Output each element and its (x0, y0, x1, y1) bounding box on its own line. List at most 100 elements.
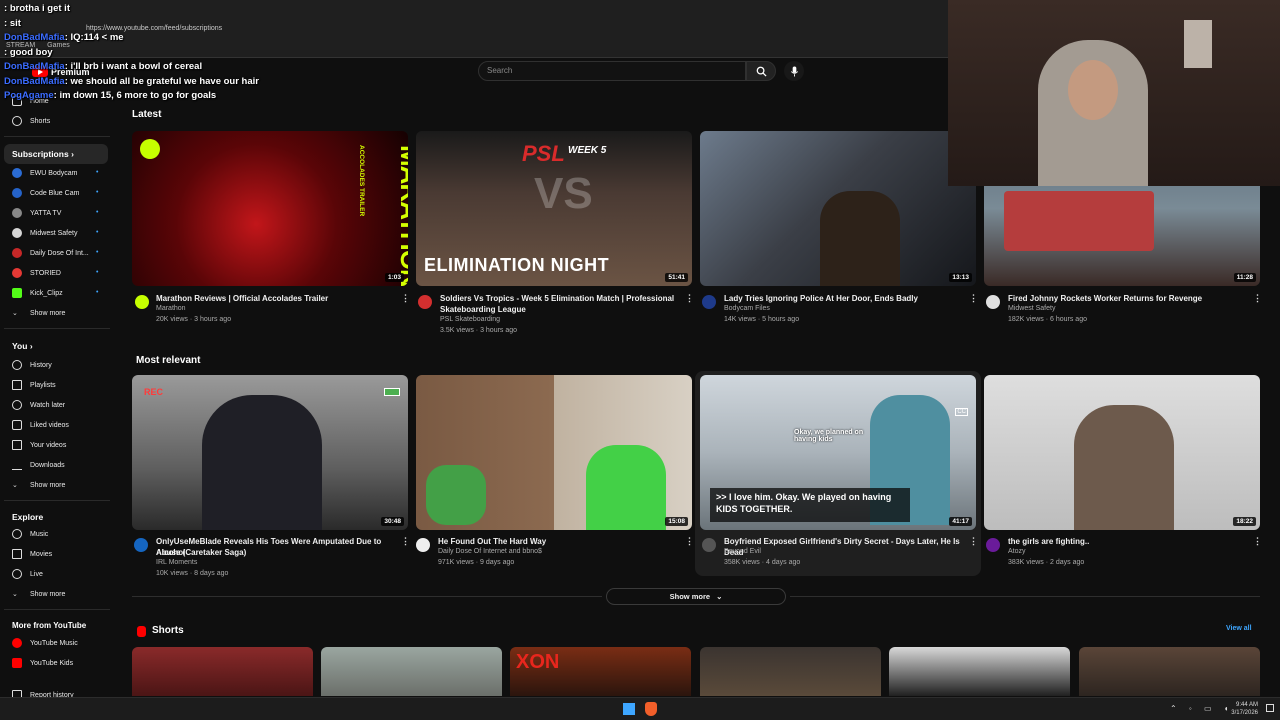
short-thumbnail[interactable] (321, 647, 502, 696)
search-button[interactable] (746, 61, 776, 81)
video-thumbnail[interactable]: REC 30:48 (132, 375, 408, 530)
more-options-icon[interactable]: ⋮ (401, 293, 410, 304)
channel-avatar[interactable] (416, 538, 430, 552)
live-icon (12, 569, 22, 579)
system-clock[interactable]: 9:44 AM 3/17/2026 (1231, 701, 1258, 717)
microphone-icon (790, 65, 798, 77)
sidebar-sub-storied[interactable]: STORIED (12, 266, 61, 280)
video-duration: 30:48 (381, 517, 404, 526)
channel-name[interactable]: Beyond Evil (724, 548, 761, 555)
sidebar-sub-daily-dose[interactable]: Daily Dose Of Int... (12, 246, 89, 260)
sidebar-explore-show-more[interactable]: ⌄ Show more (12, 587, 65, 601)
chat-message: : good boy (4, 46, 53, 58)
chevron-down-icon: ⌄ (12, 482, 18, 489)
sidebar-item-watch-later[interactable]: Watch later (12, 398, 65, 412)
sidebar-divider (4, 500, 110, 501)
sidebar-item-music[interactable]: Music (12, 527, 48, 541)
video-thumbnail[interactable]: 13:13 (700, 131, 976, 286)
video-title[interactable]: Fired Johnny Rockets Worker Returns for … (1008, 293, 1248, 304)
video-thumbnail[interactable]: MARATHON ACCOLADES TRAILER 1:03 (132, 131, 408, 286)
you-heading[interactable]: You › (12, 341, 33, 351)
more-options-icon[interactable]: ⋮ (685, 293, 694, 304)
channel-avatar[interactable] (986, 295, 1000, 309)
sidebar-item-movies[interactable]: Movies (12, 547, 52, 561)
sidebar-item-downloads[interactable]: Downloads (12, 458, 65, 472)
sidebar-item-liked-videos[interactable]: Liked videos (12, 418, 69, 432)
marathon-logo-icon (140, 139, 160, 159)
video-thumbnail[interactable]: 15:08 (416, 375, 692, 530)
video-metadata: 182K views · 6 hours ago (1008, 316, 1087, 323)
more-options-icon[interactable]: ⋮ (685, 536, 694, 547)
channel-avatar[interactable] (986, 538, 1000, 552)
more-options-icon[interactable]: ⋮ (969, 536, 978, 547)
video-title[interactable]: Boyfriend Exposed Girlfriend's Dirty Sec… (724, 536, 974, 558)
short-thumbnail[interactable] (1079, 647, 1260, 696)
sidebar-item-playlists[interactable]: Playlists (12, 378, 56, 392)
sidebar-subs-show-more[interactable]: ⌄ Show more (12, 306, 65, 320)
new-content-dot: • (96, 189, 99, 196)
sidebar: Home Shorts Subscriptions › EWU Bodycam … (0, 90, 118, 700)
notification-icon[interactable] (1266, 704, 1274, 712)
short-thumbnail[interactable] (889, 647, 1070, 696)
video-metadata: 3.5K views · 3 hours ago (440, 327, 518, 334)
short-thumbnail[interactable] (132, 647, 313, 696)
more-options-icon[interactable]: ⋮ (1253, 536, 1262, 547)
history-icon (12, 360, 22, 370)
sidebar-item-youtube-music[interactable]: YouTube Music (12, 636, 78, 650)
video-duration: 41:17 (949, 517, 972, 526)
channel-avatar (12, 168, 22, 178)
video-title[interactable]: the girls are fighting.. (1008, 536, 1248, 547)
video-title-line-2[interactable]: Abuse (Caretaker Saga) (156, 547, 396, 558)
video-title-line-2[interactable]: Skateboarding League (440, 304, 680, 315)
channel-name[interactable]: Atozy (1008, 548, 1026, 555)
video-title[interactable]: Soldiers Vs Tropics - Week 5 Elimination… (440, 293, 680, 304)
video-title[interactable]: He Found Out The Hard Way (438, 536, 678, 547)
channel-name[interactable]: Midwest Safety (1008, 305, 1055, 312)
sidebar-item-youtube-kids[interactable]: YouTube Kids (12, 656, 73, 670)
sidebar-item-your-videos[interactable]: Your videos (12, 438, 66, 452)
video-title[interactable]: Lady Tries Ignoring Police At Her Door, … (724, 293, 964, 304)
channel-name[interactable]: IRL Moments (156, 559, 197, 566)
windows-start-icon[interactable] (623, 703, 635, 715)
channel-name[interactable]: Marathon (156, 305, 186, 312)
video-metadata: 383K views · 2 days ago (1008, 559, 1085, 566)
search-input[interactable]: Search (478, 61, 746, 81)
channel-name[interactable]: Bodycam Files (724, 305, 770, 312)
video-metadata: 20K views · 3 hours ago (156, 316, 232, 323)
view-all-link[interactable]: View all (1226, 625, 1252, 632)
video-thumbnail[interactable]: PSL WEEK 5 VS ELIMINATION NIGHT 51:41 (416, 131, 692, 286)
sidebar-sub-ewu-bodycam[interactable]: EWU Bodycam (12, 166, 77, 180)
channel-name[interactable]: PSL Skateboarding (440, 316, 500, 323)
channel-avatar[interactable] (702, 295, 716, 309)
channel-avatar[interactable] (134, 538, 148, 552)
short-thumbnail[interactable]: XON (510, 647, 691, 696)
video-icon (12, 440, 22, 450)
channel-avatar[interactable] (135, 295, 149, 309)
video-thumbnail[interactable]: 18:22 (984, 375, 1260, 530)
sidebar-sub-yatta-tv[interactable]: YATTA TV (12, 206, 61, 220)
more-options-icon[interactable]: ⋮ (1253, 293, 1262, 304)
system-tray-icons[interactable]: ⌃ ◦ ▭ ◖ (1170, 704, 1234, 713)
taskbar: ⌃ ◦ ▭ ◖ 9:44 AM 3/17/2026 (0, 697, 1280, 720)
sidebar-you-show-more[interactable]: ⌄ Show more (12, 478, 65, 492)
sidebar-item-shorts[interactable]: Shorts (12, 114, 50, 128)
show-more-button[interactable]: Show more ⌄ (606, 588, 786, 605)
sidebar-sub-kick-clipz[interactable]: Kick_Clipz (12, 286, 63, 300)
voice-search-button[interactable] (784, 61, 804, 81)
video-title[interactable]: Marathon Reviews | Official Accolades Tr… (156, 293, 396, 304)
sidebar-item-live[interactable]: Live (12, 567, 43, 581)
more-options-icon[interactable]: ⋮ (969, 293, 978, 304)
short-thumbnail[interactable] (700, 647, 881, 696)
channel-avatar[interactable] (418, 295, 432, 309)
channel-avatar[interactable] (702, 538, 716, 552)
channel-name[interactable]: Daily Dose Of Internet and bbno$ (438, 548, 542, 555)
new-content-dot: • (96, 169, 99, 176)
closed-captions-icon[interactable]: CC (955, 408, 968, 416)
more-options-icon[interactable]: ⋮ (401, 536, 410, 547)
sidebar-item-history[interactable]: History (12, 358, 52, 372)
sidebar-sub-midwest-safety[interactable]: Midwest Safety (12, 226, 77, 240)
sidebar-sub-code-blue-cam[interactable]: Code Blue Cam (12, 186, 79, 200)
video-duration: 11:28 (1233, 273, 1256, 282)
brave-browser-icon[interactable] (645, 702, 657, 716)
webcam-overlay (948, 0, 1280, 186)
